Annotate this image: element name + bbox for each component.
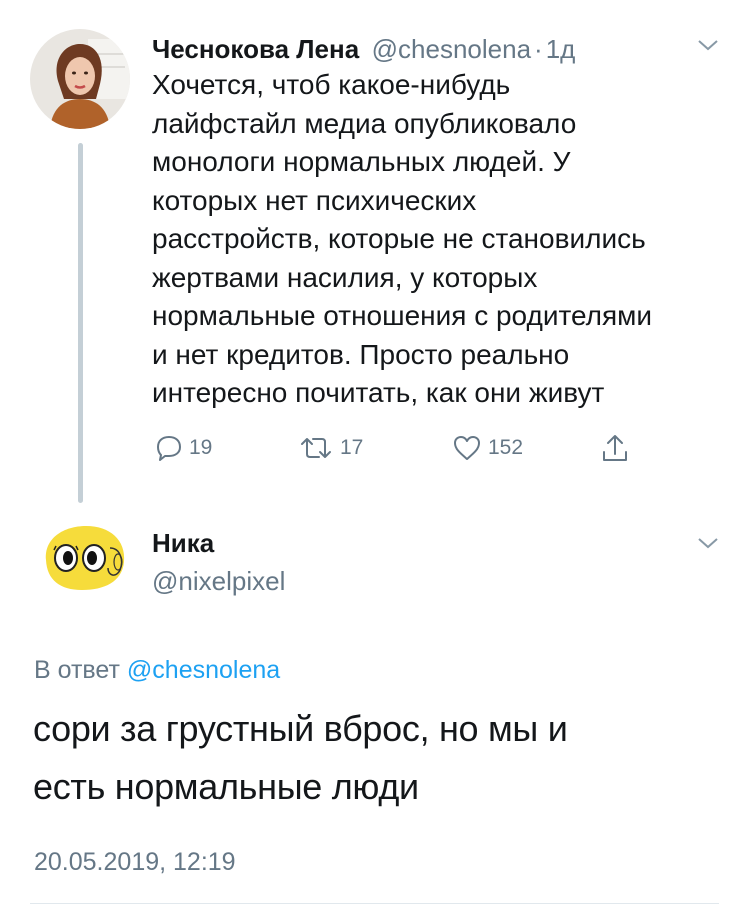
time-separator: · [534, 34, 543, 64]
reply-icon [157, 436, 181, 461]
retweet-button[interactable]: 17 [298, 434, 363, 462]
chevron-down-icon [698, 538, 718, 549]
share-icon [603, 435, 627, 461]
author-handle[interactable]: @chesnolena [372, 34, 531, 64]
avatar-chesnolena[interactable] [30, 29, 130, 129]
tweet2-text-line2: есть нормальные люди [33, 766, 419, 807]
author-name[interactable]: Чеснокова Лена [152, 34, 359, 64]
chevron-down-icon [698, 40, 718, 51]
reply-prefix: В ответ [34, 656, 120, 684]
heart-icon [454, 436, 480, 460]
divider [30, 903, 719, 904]
tweet2-text-line1: сори за грустный вброс, но мы и [33, 708, 568, 749]
thread-line [78, 143, 83, 503]
tweet-time[interactable]: 1д [546, 34, 576, 64]
retweet-count: 17 [340, 436, 364, 459]
tweet2-menu-button[interactable] [697, 536, 719, 555]
retweet-icon [301, 438, 331, 458]
tweet1-text: Хочется, чтоб какое-нибудь лайфстайл мед… [152, 69, 653, 408]
share-button[interactable] [600, 432, 630, 469]
like-button[interactable]: 152 [452, 434, 523, 462]
reply-context: В ответ @chesnolena [34, 656, 280, 685]
tweet2-text: сори за грустный вброс, но мы и есть нор… [33, 700, 733, 816]
tweet-timestamp[interactable]: 20.05.2019, 12:19 [34, 848, 236, 877]
reply-count: 19 [189, 436, 213, 459]
author-handle[interactable]: @nixelpixel [152, 566, 285, 597]
reply-mention-link[interactable]: @chesnolena [127, 656, 280, 684]
author-name[interactable]: Ника [152, 528, 214, 559]
tweet1-menu-button[interactable] [697, 38, 719, 57]
tweet1-header: Чеснокова Лена @chesnolena · 1д [152, 34, 575, 65]
reply-button[interactable]: 19 [155, 434, 212, 462]
avatar-nixelpixel[interactable] [36, 520, 130, 594]
like-count: 152 [488, 436, 524, 459]
